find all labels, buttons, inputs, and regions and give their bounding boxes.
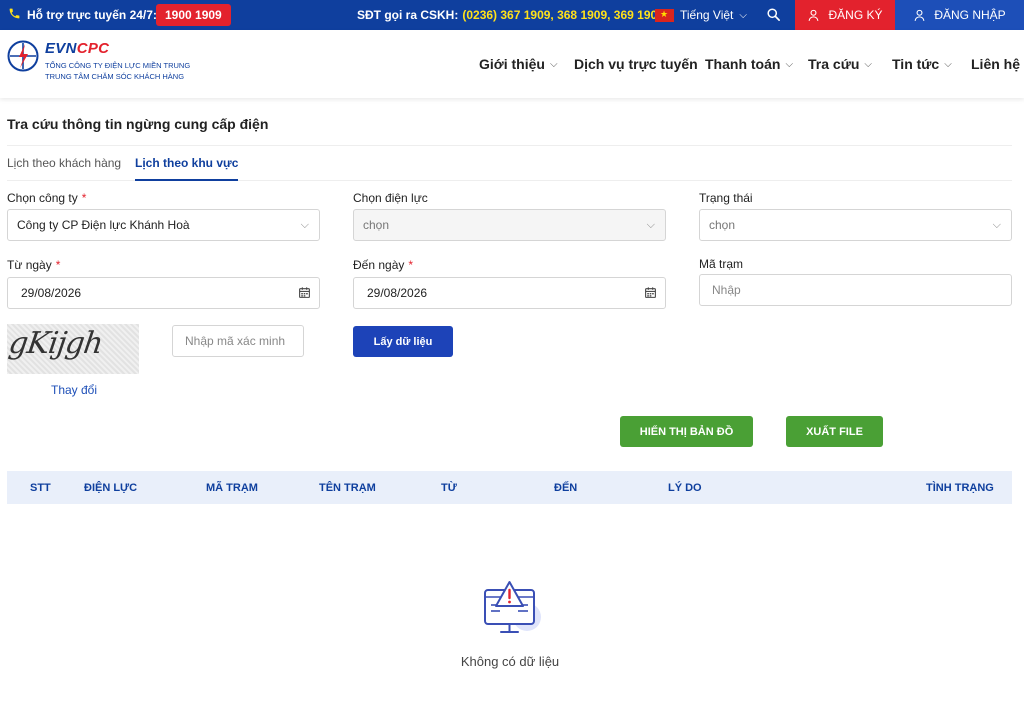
from-date-value: 29/08/2026 — [21, 286, 82, 300]
column-header-ma-tram: MÃ TRẠM — [206, 482, 258, 494]
nav-tin-tuc[interactable]: Tin tức ⌵ — [892, 56, 952, 72]
brand-name: EVNCPC — [45, 40, 110, 57]
chevron-down-icon: ⌵ — [739, 9, 747, 21]
cskh-numbers[interactable]: (0236) 367 1909, 368 1909, 369 1909 — [462, 8, 664, 22]
station-code-input[interactable] — [712, 283, 1002, 297]
org-line-2: TRUNG TÂM CHĂM SÓC KHÁCH HÀNG — [45, 72, 185, 81]
chevron-down-icon: ⌵ — [549, 58, 558, 70]
schedule-tabs: Lịch theo khách hàng Lịch theo khu vực — [7, 146, 1012, 181]
power-unit-select[interactable]: chọn ⌵ — [353, 209, 666, 241]
status-label: Trạng thái — [699, 191, 753, 205]
station-code-label: Mã trạm — [699, 257, 744, 271]
captcha-field[interactable] — [172, 325, 304, 357]
chevron-down-icon: ⌵ — [864, 58, 872, 70]
column-header-ten-tram: TÊN TRẠM — [319, 482, 376, 494]
company-label: Chọn công ty * — [7, 191, 87, 205]
calendar-icon[interactable] — [298, 286, 311, 302]
evn-logo[interactable]: EVNCPC TỔNG CÔNG TY ĐIỆN LỰC MIỀN TRUNG … — [7, 40, 190, 82]
status-value: chọn — [709, 218, 736, 232]
from-date-input[interactable]: 29/08/2026 — [7, 277, 320, 309]
nav-gioi-thieu[interactable]: Giới thiệu ⌵ — [479, 56, 558, 72]
login-label: ĐĂNG NHẬP — [934, 8, 1006, 22]
column-header-den: ĐẾN — [554, 482, 578, 494]
column-header-dien-luc: ĐIỆN LỰC — [84, 482, 138, 494]
register-button[interactable]: ĐĂNG KÝ — [795, 0, 895, 30]
language-selector[interactable]: Tiếng Việt ⌵ — [655, 0, 747, 30]
captcha-text: gKijgh — [7, 326, 105, 361]
fetch-data-button[interactable]: Lấy dữ liệu — [353, 326, 453, 357]
chevron-down-icon: ⌵ — [992, 219, 1001, 231]
company-select[interactable]: Công ty CP Điện lực Khánh Hoà ⌵ — [7, 209, 320, 241]
to-date-label: Đến ngày * — [353, 258, 414, 272]
login-button[interactable]: ĐĂNG NHẬP — [895, 0, 1024, 30]
site-header: EVNCPC TỔNG CÔNG TY ĐIỆN LỰC MIỀN TRUNG … — [0, 30, 1024, 98]
page-title: Tra cứu thông tin ngừng cung cấp điện — [7, 116, 269, 132]
no-data-warning-icon — [482, 580, 544, 645]
calendar-icon[interactable] — [644, 286, 657, 302]
nav-lien-he[interactable]: Liên hệ — [971, 56, 1020, 72]
nav-thanh-toan[interactable]: Thanh toán ⌵ — [705, 56, 793, 72]
chevron-down-icon: ⌵ — [944, 58, 952, 70]
user-icon — [914, 9, 925, 21]
company-value: Công ty CP Điện lực Khánh Hoà — [17, 218, 190, 232]
power-unit-value: chọn — [363, 218, 390, 232]
org-line-1: TỔNG CÔNG TY ĐIỆN LỰC MIỀN TRUNG — [45, 61, 191, 70]
tab-by-area[interactable]: Lịch theo khu vực — [135, 156, 239, 181]
register-label: ĐĂNG KÝ — [828, 8, 883, 22]
status-select[interactable]: chọn ⌵ — [699, 209, 1012, 241]
support-info: Hỗ trợ trực tuyến 24/7: — [8, 0, 157, 30]
nav-dich-vu-truc-tuyen[interactable]: Dịch vụ trực tuyến — [574, 56, 698, 72]
language-label: Tiếng Việt — [680, 8, 734, 22]
hotline-badge[interactable]: 1900 1909 — [156, 4, 231, 26]
search-button[interactable] — [766, 7, 781, 25]
search-icon — [767, 8, 780, 21]
nav-tra-cuu[interactable]: Tra cứu ⌵ — [808, 56, 872, 72]
chevron-down-icon: ⌵ — [300, 219, 309, 231]
no-data-text: Không có dữ liệu — [460, 654, 560, 669]
evn-emblem-icon — [7, 40, 39, 72]
chevron-down-icon: ⌵ — [785, 58, 794, 70]
from-date-label: Từ ngày * — [7, 258, 61, 272]
cskh-info: SĐT gọi ra CSKH: (0236) 367 1909, 368 19… — [357, 0, 664, 30]
captcha-input[interactable] — [185, 334, 294, 348]
export-file-button[interactable]: XUẤT FILE — [786, 416, 883, 447]
to-date-value: 29/08/2026 — [367, 286, 428, 300]
power-unit-label: Chọn điện lực — [353, 191, 428, 205]
phone-icon — [8, 7, 21, 23]
captcha-image: gKijgh — [7, 324, 139, 374]
column-header-tinh-trang: TÌNH TRẠNG — [926, 482, 994, 494]
top-bar: Hỗ trợ trực tuyến 24/7: 1900 1909 SĐT gọ… — [0, 0, 1024, 30]
tab-by-customer[interactable]: Lịch theo khách hàng — [7, 156, 121, 170]
support-label: Hỗ trợ trực tuyến 24/7: — [27, 8, 157, 22]
table-header: STT ĐIỆN LỰC MÃ TRẠM TÊN TRẠM TỪ ĐẾN LÝ … — [7, 471, 1012, 504]
cskh-label: SĐT gọi ra CSKH: — [357, 8, 459, 22]
to-date-input[interactable]: 29/08/2026 — [353, 277, 666, 309]
show-map-button[interactable]: HIỂN THỊ BẢN ĐỒ — [620, 416, 753, 447]
station-code-field[interactable] — [699, 274, 1012, 306]
captcha-refresh-link[interactable]: Thay đổi — [51, 383, 97, 397]
chevron-down-icon: ⌵ — [646, 219, 655, 231]
user-icon — [809, 9, 819, 21]
column-header-tu: TỪ — [441, 482, 457, 494]
vietnam-flag-icon — [655, 8, 674, 22]
column-header-stt: STT — [30, 482, 51, 494]
column-header-ly-do: LÝ DO — [668, 482, 702, 494]
